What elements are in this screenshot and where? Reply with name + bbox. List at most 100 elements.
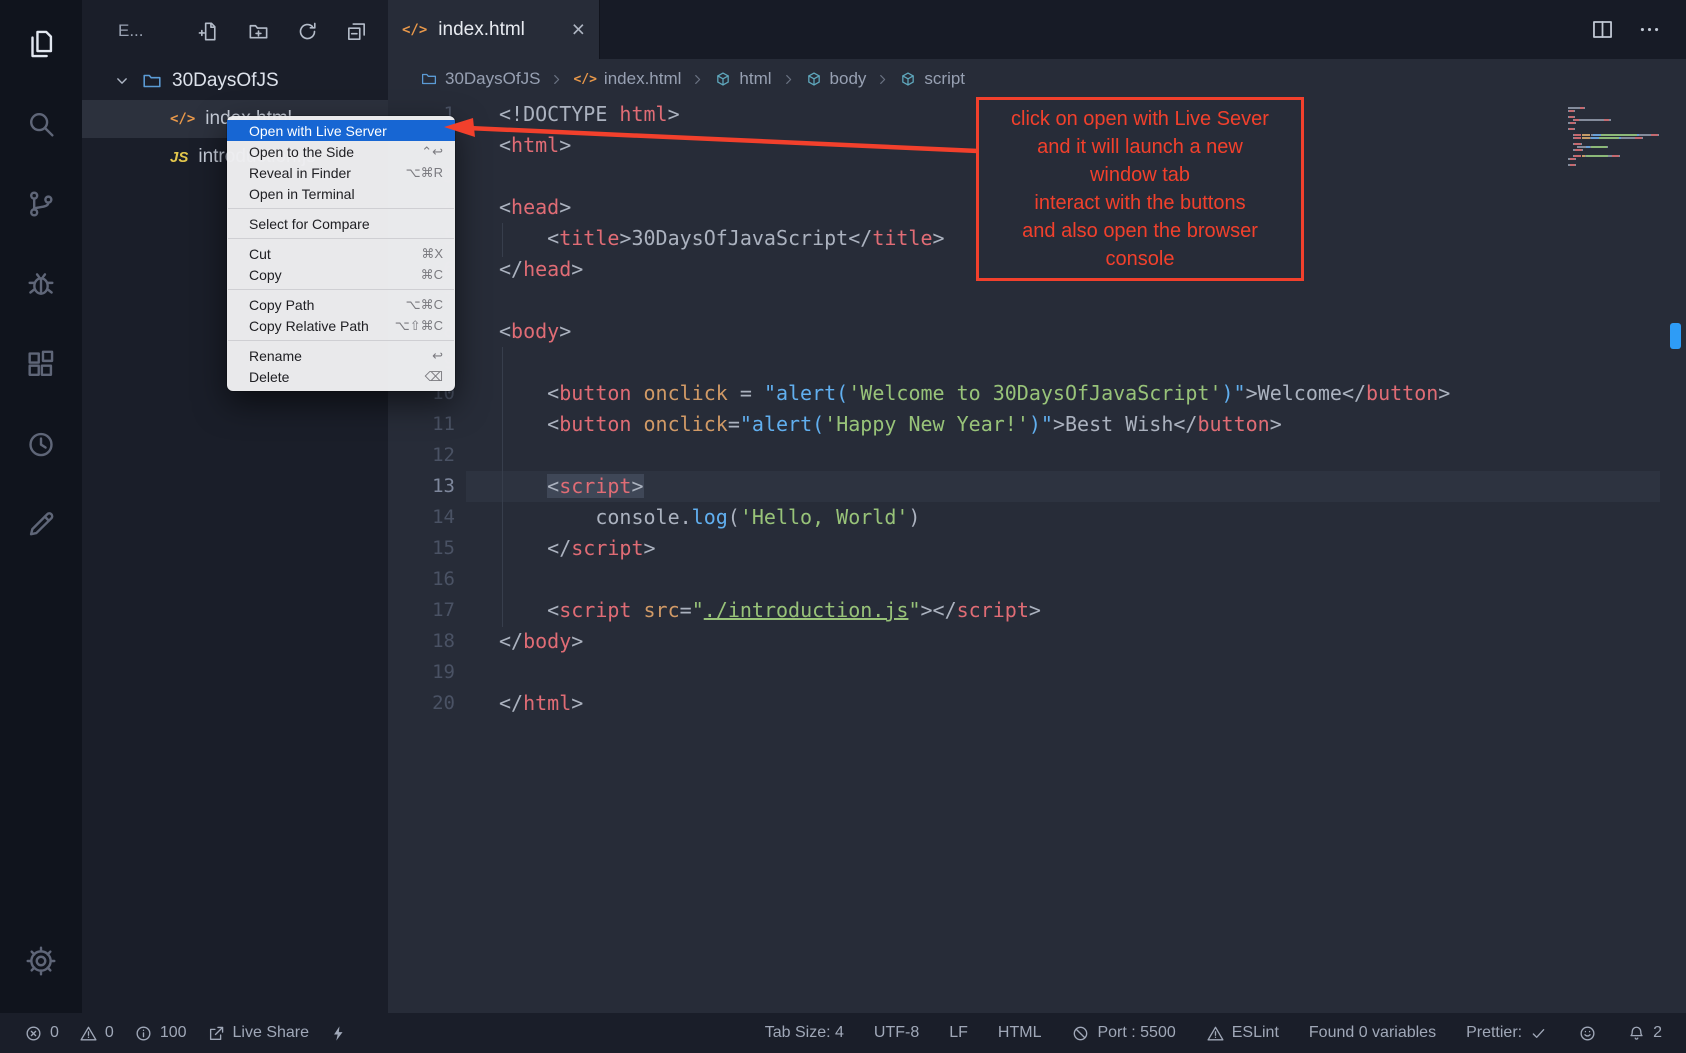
menu-separator	[228, 340, 454, 341]
chevron-right-icon	[548, 71, 565, 88]
status-found-0-variables[interactable]: Found 0 variables	[1309, 1024, 1436, 1042]
code-text: <button onclick="alert('Happy New Year!'…	[499, 409, 1282, 440]
code-line-8: 8<body>	[388, 316, 1686, 347]
info-icon	[134, 1024, 153, 1043]
code-text: </script>	[499, 533, 656, 564]
status-flash-icon[interactable]	[329, 1024, 348, 1043]
annotation-line: interact with the buttons	[983, 189, 1297, 217]
code-text: <!DOCTYPE html>	[499, 99, 680, 130]
line-number: 14	[388, 502, 455, 533]
menu-item-label: Reveal in Finder	[249, 165, 351, 181]
status-smiley-icon[interactable]	[1578, 1024, 1597, 1043]
menu-item-reveal-in-finder[interactable]: Reveal in Finder⌥⌘R	[227, 162, 455, 183]
status-label: Port : 5500	[1097, 1024, 1175, 1042]
bell-icon	[1627, 1024, 1646, 1043]
line-number: 20	[388, 688, 455, 719]
menu-item-cut[interactable]: Cut ⌘X	[227, 243, 455, 264]
menu-item-open-to-the-side[interactable]: Open to the Side⌃↩	[227, 141, 455, 162]
status-2[interactable]: 2	[1627, 1024, 1662, 1043]
breadcrumb-index-html[interactable]: </>index.html	[573, 69, 681, 89]
menu-item-open-in-terminal[interactable]: Open in Terminal	[227, 183, 455, 204]
collapse-all-icon[interactable]	[345, 20, 368, 43]
code-line-16: 16	[388, 564, 1686, 595]
js-file-icon: JS	[170, 149, 188, 166]
breadcrumb-html[interactable]: html	[714, 69, 771, 89]
search-icon	[24, 107, 58, 141]
breadcrumbs: 30DaysOfJS </>index.html html body script	[388, 59, 1686, 99]
menu-item-select-for-compare[interactable]: Select for Compare	[227, 213, 455, 234]
new-file-icon[interactable]	[198, 20, 221, 43]
menu-item-shortcut: ⌥⌘C	[406, 297, 443, 313]
menu-item-delete[interactable]: Delete⌫	[227, 366, 455, 387]
activity-explorer-button[interactable]	[0, 4, 82, 84]
menu-item-open-with-live-server[interactable]: Open with Live Server	[227, 120, 455, 141]
feedback-icon	[24, 507, 58, 541]
folder-row-30daysofjs[interactable]: 30DaysOfJS	[82, 62, 388, 100]
breadcrumb-label: body	[830, 69, 867, 89]
menu-item-label: Copy Relative Path	[249, 318, 369, 334]
folder-icon	[141, 70, 163, 92]
menu-item-copy-path[interactable]: Copy Path ⌥⌘C	[227, 294, 455, 315]
status-label: Tab Size: 4	[765, 1024, 844, 1042]
html-file-icon: </>	[402, 22, 427, 38]
status-tab-size-4[interactable]: Tab Size: 4	[765, 1024, 844, 1042]
refresh-icon[interactable]	[296, 20, 319, 43]
folder-label: 30DaysOfJS	[172, 70, 279, 92]
line-number: 12	[388, 440, 455, 471]
status-0[interactable]: 0	[79, 1024, 114, 1043]
code-line-15: 15 </script>	[388, 533, 1686, 564]
more-actions-icon[interactable]	[1637, 17, 1662, 42]
status-left: 0 0 100 Live Share	[24, 1024, 348, 1043]
code-text: <html>	[499, 130, 571, 161]
warning-icon	[1206, 1024, 1225, 1043]
activity-history-button[interactable]	[0, 404, 82, 484]
code-line-11: 11 <button onclick="alert('Happy New Yea…	[388, 409, 1686, 440]
new-folder-icon[interactable]	[247, 20, 270, 43]
status-port-5500[interactable]: Port : 5500	[1071, 1024, 1175, 1043]
code-line-20: 20</html>	[388, 688, 1686, 719]
status-prettier[interactable]: Prettier:	[1466, 1024, 1548, 1043]
menu-item-shortcut: ⌘X	[421, 246, 443, 262]
status-html[interactable]: HTML	[998, 1024, 1042, 1042]
activity-search-button[interactable]	[0, 84, 82, 164]
explorer-title: E...	[118, 21, 198, 41]
code-line-14: 14 console.log('Hello, World')	[388, 502, 1686, 533]
menu-item-copy-relative-path[interactable]: Copy Relative Path⌥⇧⌘C	[227, 315, 455, 336]
status-utf-8[interactable]: UTF-8	[874, 1024, 919, 1042]
live-share-icon	[207, 1024, 226, 1043]
status-label: Found 0 variables	[1309, 1024, 1436, 1042]
tab-index-html[interactable]: </> index.html ×	[388, 0, 600, 59]
activity-bar-bottom	[0, 921, 82, 1001]
status-lf[interactable]: LF	[949, 1024, 968, 1042]
menu-item-label: Cut	[249, 246, 271, 262]
activity-settings-button[interactable]	[0, 921, 82, 1001]
chevron-down-icon	[112, 71, 132, 91]
split-editor-icon[interactable]	[1590, 17, 1615, 42]
code-line-10: 10 <button onclick = "alert('Welcome to …	[388, 378, 1686, 409]
breadcrumb-script[interactable]: script	[899, 69, 965, 89]
menu-item-shortcut: ⌃↩	[421, 144, 443, 160]
code-text: <title>30DaysOfJavaScript</title>	[499, 223, 945, 254]
breadcrumb-30daysofjs[interactable]: 30DaysOfJS	[420, 69, 540, 89]
folder-icon	[420, 70, 438, 88]
activity-bar-top	[0, 4, 82, 564]
status-live-share[interactable]: Live Share	[207, 1024, 310, 1043]
menu-item-label: Copy Path	[249, 297, 314, 313]
activity-source-control-button[interactable]	[0, 164, 82, 244]
status-100[interactable]: 100	[134, 1024, 187, 1043]
menu-item-label: Open in Terminal	[249, 186, 355, 202]
breadcrumb-body[interactable]: body	[805, 69, 867, 89]
menu-item-label: Rename	[249, 348, 302, 364]
symbol-icon	[714, 70, 732, 88]
activity-feedback-button[interactable]	[0, 484, 82, 564]
status-eslint[interactable]: ESLint	[1206, 1024, 1279, 1043]
minimap[interactable]	[1568, 107, 1666, 167]
status-0[interactable]: 0	[24, 1024, 59, 1043]
menu-item-copy[interactable]: Copy⌘C	[227, 264, 455, 285]
code-line-12: 12	[388, 440, 1686, 471]
menu-item-rename[interactable]: Rename↩	[227, 345, 455, 366]
code-line-17: 17 <script src="./introduction.js"></scr…	[388, 595, 1686, 626]
activity-extensions-button[interactable]	[0, 324, 82, 404]
close-tab-icon[interactable]: ×	[572, 18, 585, 41]
activity-debug-button[interactable]	[0, 244, 82, 324]
